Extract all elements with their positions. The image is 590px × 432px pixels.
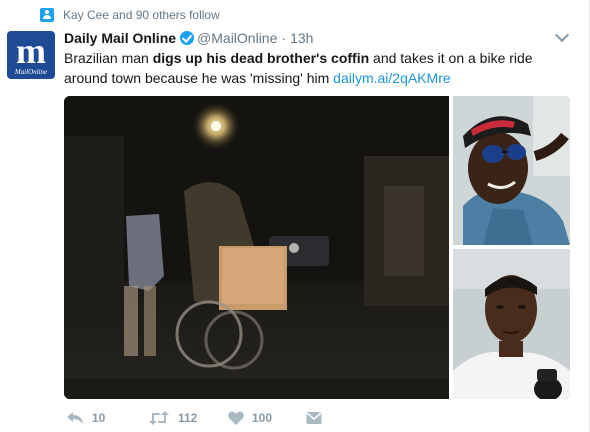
portrait-sunglasses-photo — [453, 96, 570, 245]
social-context-text[interactable]: Kay Cee and 90 others follow — [63, 8, 220, 22]
tweet-actions: 10 112 100 — [64, 408, 322, 428]
reply-icon — [67, 412, 83, 424]
envelope-icon — [306, 412, 322, 424]
tweet-text-part: Brazilian man — [64, 50, 153, 66]
avatar-logo-brand: MailOnline — [14, 68, 48, 76]
tweet-text-bold: digs up his dead brother's coffin — [152, 50, 370, 66]
portrait-man-photo — [453, 249, 570, 399]
reply-count: 10 — [92, 411, 106, 425]
retweet-icon — [149, 411, 169, 425]
avatar-logo-letter: m — [16, 31, 46, 71]
author-handle[interactable]: @MailOnline — [197, 30, 277, 46]
tweet-timestamp[interactable]: 13h — [290, 30, 313, 46]
author-name[interactable]: Daily Mail Online — [64, 30, 176, 46]
night-street-photo — [64, 96, 449, 399]
like-button[interactable]: 100 — [228, 411, 306, 425]
tweet-text: Brazilian man digs up his dead brother's… — [64, 48, 564, 88]
tweet-header: Daily Mail Online @MailOnline · 13h — [64, 29, 313, 47]
media-photo-bottom-right[interactable] — [453, 249, 570, 399]
media-photo-main[interactable] — [64, 96, 449, 399]
tweet-link[interactable]: dailym.ai/2qAKMre — [333, 70, 451, 86]
tweet-card: Kay Cee and 90 others follow m MailOnlin… — [0, 0, 590, 432]
like-count: 100 — [252, 411, 273, 425]
media-photo-top-right[interactable] — [453, 96, 570, 245]
tweet-media — [64, 96, 570, 399]
header-separator: · — [281, 30, 287, 46]
retweet-count: 112 — [178, 411, 198, 425]
social-context: Kay Cee and 90 others follow — [40, 7, 220, 23]
heart-icon — [228, 411, 244, 425]
verified-badge-icon — [180, 31, 195, 45]
chevron-down-icon[interactable] — [554, 27, 570, 43]
avatar[interactable]: m MailOnline — [7, 31, 55, 79]
retweet-button[interactable]: 112 — [148, 411, 228, 425]
reply-button[interactable]: 10 — [66, 411, 148, 425]
direct-message-button[interactable] — [306, 411, 322, 425]
person-icon — [40, 8, 54, 22]
